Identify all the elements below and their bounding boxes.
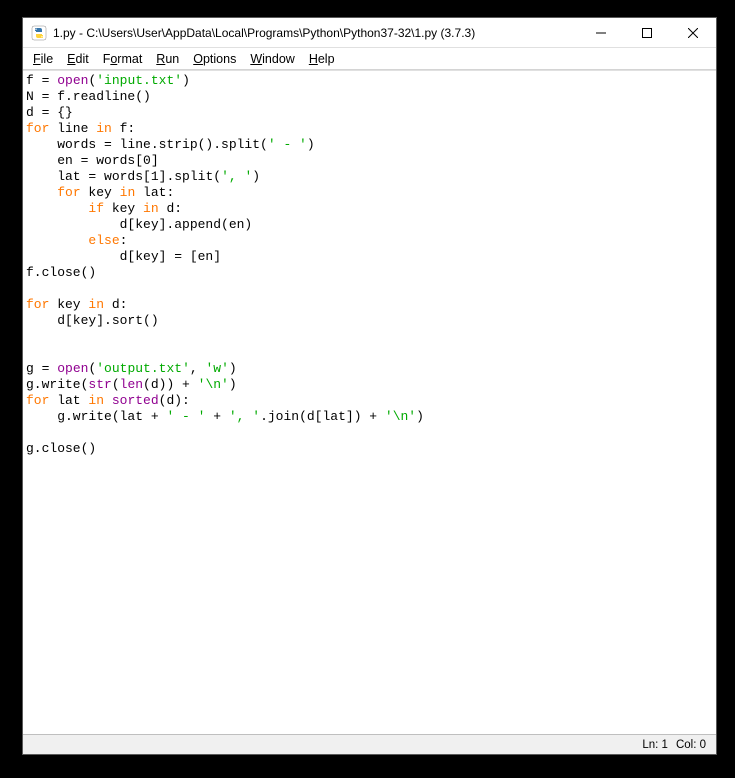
code-editor[interactable]: f = open('input.txt') N = f.readline() d… bbox=[23, 71, 716, 734]
window-controls bbox=[578, 18, 716, 48]
python-idle-icon bbox=[31, 25, 47, 41]
status-col: Col: 0 bbox=[676, 739, 706, 751]
menu-window[interactable]: Window bbox=[244, 51, 302, 67]
title-bar[interactable]: 1.py - C:\Users\User\AppData\Local\Progr… bbox=[23, 18, 716, 48]
maximize-button[interactable] bbox=[624, 18, 670, 48]
minimize-button[interactable] bbox=[578, 18, 624, 48]
menu-edit[interactable]: Edit bbox=[61, 51, 97, 67]
menu-bar: File Edit Format Run Options Window Help bbox=[23, 48, 716, 70]
menu-run[interactable]: Run bbox=[150, 51, 187, 67]
window-title: 1.py - C:\Users\User\AppData\Local\Progr… bbox=[53, 26, 578, 40]
editor-area: f = open('input.txt') N = f.readline() d… bbox=[23, 70, 716, 734]
close-button[interactable] bbox=[670, 18, 716, 48]
status-bar: Ln: 1 Col: 0 bbox=[23, 734, 716, 754]
menu-help[interactable]: Help bbox=[303, 51, 343, 67]
menu-options[interactable]: Options bbox=[187, 51, 244, 67]
status-line: Ln: 1 bbox=[642, 739, 668, 751]
menu-file[interactable]: File bbox=[27, 51, 61, 67]
menu-format[interactable]: Format bbox=[97, 51, 151, 67]
idle-window: 1.py - C:\Users\User\AppData\Local\Progr… bbox=[22, 17, 717, 755]
